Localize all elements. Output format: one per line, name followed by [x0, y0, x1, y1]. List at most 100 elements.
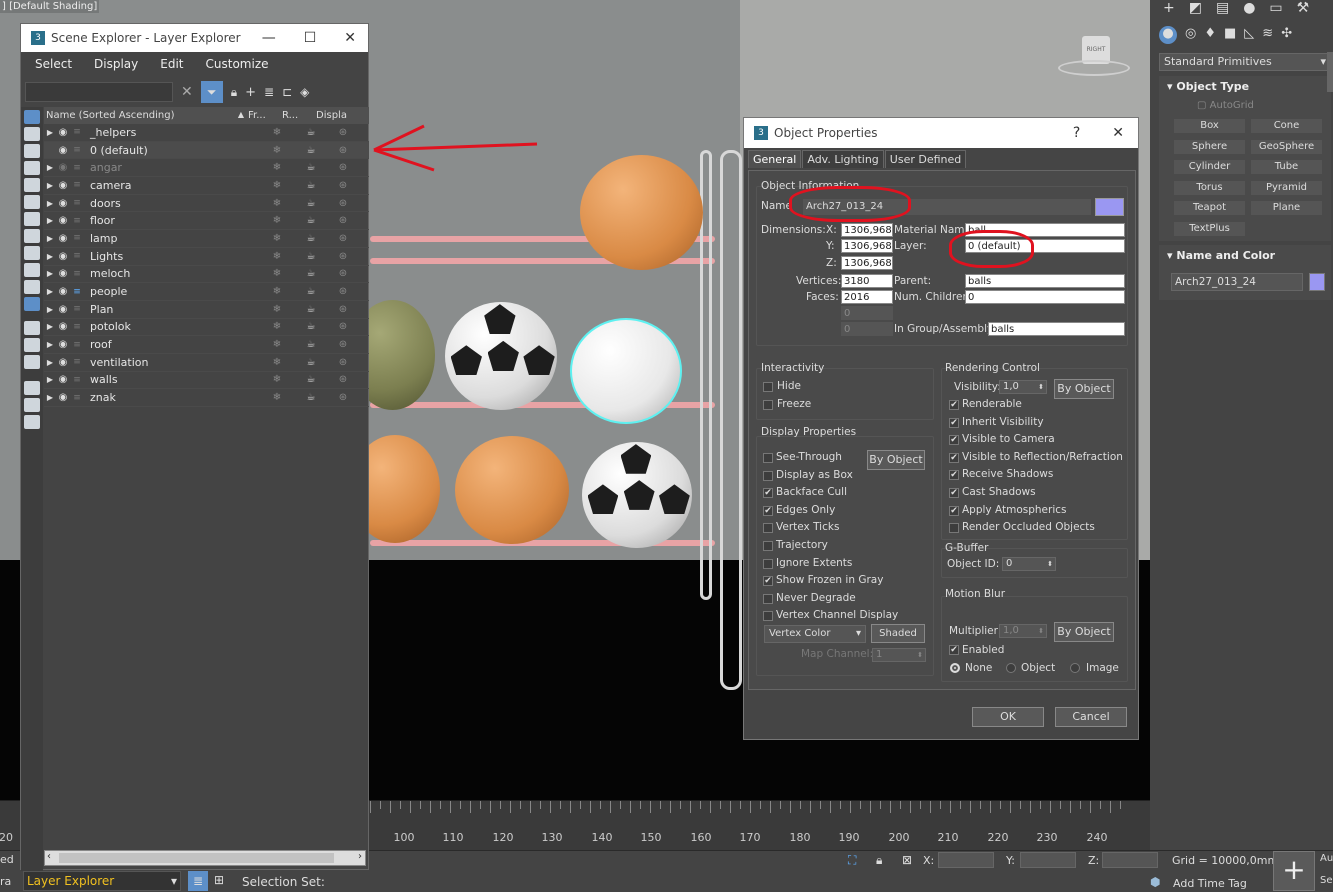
- visibility-eye-icon[interactable]: ◉: [56, 162, 70, 173]
- frozen-filter-icon[interactable]: [24, 280, 40, 294]
- layer-list-header[interactable]: Name (Sorted Ascending) ▲ Fr... R... Disp…: [44, 107, 369, 124]
- menu-customize[interactable]: Customize: [192, 57, 277, 71]
- freeze-icon[interactable]: ❄: [260, 321, 294, 332]
- scene-explorer-titlebar[interactable]: 3 Scene Explorer - Layer Explorer — ☐ ✕: [21, 24, 368, 52]
- display-icon[interactable]: ⊛: [328, 286, 358, 297]
- expand-icon[interactable]: ▶: [44, 216, 56, 225]
- checkbox-see-through[interactable]: [763, 453, 773, 463]
- name-color-swatch[interactable]: [1095, 198, 1124, 216]
- visibility-eye-icon[interactable]: ◉: [56, 374, 70, 385]
- filter-settings-icon[interactable]: [24, 381, 40, 395]
- display-icon[interactable]: ⊛: [328, 233, 358, 244]
- shaded-button[interactable]: Shaded: [871, 624, 925, 643]
- soccer-ball[interactable]: [445, 302, 557, 410]
- funnel-icon[interactable]: [24, 398, 40, 412]
- primitives-dropdown[interactable]: Standard Primitives ▾: [1159, 53, 1331, 71]
- render-teapot-icon[interactable]: ☕︎: [294, 233, 328, 244]
- expand-icon[interactable]: ▶: [44, 358, 56, 367]
- selection-set-icon[interactable]: ⊞: [214, 873, 224, 887]
- visibility-eye-icon[interactable]: ◉: [56, 304, 70, 315]
- render-teapot-icon[interactable]: ☕︎: [294, 321, 328, 332]
- expand-icon[interactable]: ▶: [44, 252, 56, 261]
- freeze-icon[interactable]: ❄: [260, 180, 294, 191]
- filter-icon[interactable]: ⏷: [200, 81, 223, 103]
- freeze-icon[interactable]: ❄: [260, 198, 294, 209]
- x-coord-field[interactable]: [938, 852, 994, 868]
- clear-search-icon[interactable]: ✕: [181, 84, 193, 100]
- ok-button[interactable]: OK: [972, 707, 1044, 727]
- systems-icon[interactable]: ✣: [1281, 26, 1292, 46]
- containers-filter-icon[interactable]: [24, 263, 40, 277]
- enabled-checkbox[interactable]: ✔: [949, 645, 959, 655]
- freeze-icon[interactable]: ❄: [260, 357, 294, 368]
- expand-icon[interactable]: ▶: [44, 375, 56, 384]
- volleyball-selected[interactable]: [570, 318, 682, 424]
- checkbox-never-degrade[interactable]: [763, 593, 773, 604]
- display-by-object-button[interactable]: By Object: [867, 450, 925, 470]
- layer-row[interactable]: ▶ ◉ ≡ lamp ❄ ☕︎ ⊛: [44, 230, 369, 248]
- create-tab-icon[interactable]: +: [1163, 0, 1175, 20]
- z-coord-field[interactable]: [1102, 852, 1158, 868]
- visibility-eye-icon[interactable]: ◉: [56, 339, 70, 350]
- layer-row[interactable]: ▶ ◉ ≡ meloch ❄ ☕︎ ⊛: [44, 266, 369, 284]
- expand-icon[interactable]: ▶: [44, 163, 56, 172]
- add-to-layer-icon[interactable]: ≣: [264, 85, 274, 99]
- primitive-cylinder-button[interactable]: Cylinder: [1173, 159, 1246, 175]
- expand-icon[interactable]: ▶: [44, 199, 56, 208]
- geometry-filter-icon[interactable]: [24, 110, 40, 124]
- layer-row[interactable]: ▶ ◉ ≡ walls ❄ ☕︎ ⊛: [44, 372, 369, 390]
- expand-icon[interactable]: ▶: [44, 287, 56, 296]
- freeze-icon[interactable]: ❄: [260, 286, 294, 297]
- freeze-icon[interactable]: ❄: [260, 233, 294, 244]
- display-icon[interactable]: ⊛: [328, 180, 358, 191]
- primitive-torus-button[interactable]: Torus: [1173, 179, 1246, 196]
- display-icon[interactable]: ⊛: [328, 198, 358, 209]
- layer-row[interactable]: ▶ ◉ ≡ roof ❄ ☕︎ ⊛: [44, 336, 369, 354]
- utilities-tab-icon[interactable]: ⚒: [1297, 0, 1310, 20]
- layer-row[interactable]: ▶ ◉ ≡ floor ❄ ☕︎ ⊛: [44, 212, 369, 231]
- primitive-tube-button[interactable]: Tube: [1250, 159, 1323, 175]
- display-icon[interactable]: ⊛: [328, 392, 358, 403]
- expand-icon[interactable]: ▶: [44, 269, 56, 278]
- freeze-icon[interactable]: ❄: [260, 339, 294, 350]
- primitive-textplus-button[interactable]: TextPlus: [1173, 220, 1246, 237]
- display-icon[interactable]: ⊛: [328, 321, 358, 332]
- render-teapot-icon[interactable]: ☕︎: [294, 215, 328, 226]
- viewcube[interactable]: RIGHT: [1058, 30, 1130, 80]
- display-icon[interactable]: ⊛: [328, 127, 358, 138]
- maximize-icon[interactable]: ☐: [304, 30, 317, 46]
- checkbox-apply-atmospherics[interactable]: ✔: [949, 505, 959, 516]
- autogrid-checkbox[interactable]: ▢ AutoGrid: [1197, 100, 1254, 111]
- render-teapot-icon[interactable]: ☕︎: [294, 374, 328, 385]
- layer-row[interactable]: ▶ ◉ ≡ znak ❄ ☕︎ ⊛: [44, 389, 369, 407]
- checkbox-visible-to-camera[interactable]: ✔: [949, 435, 959, 446]
- visibility-eye-icon[interactable]: ◉: [56, 215, 70, 226]
- visibility-eye-icon[interactable]: ◉: [56, 321, 70, 332]
- freeze-icon[interactable]: ❄: [260, 304, 294, 315]
- lights-icon[interactable]: ♦: [1204, 26, 1216, 46]
- layers-stack-icon[interactable]: ◈: [300, 85, 309, 99]
- layer-row[interactable]: ▶ ◉ ≡ ventilation ❄ ☕︎ ⊛: [44, 354, 369, 372]
- rendering-by-object-button[interactable]: By Object: [1054, 379, 1114, 399]
- menu-display[interactable]: Display: [80, 57, 146, 71]
- checkbox-ignore-extents[interactable]: [763, 558, 773, 569]
- set-key-label[interactable]: Se: [1320, 875, 1333, 886]
- render-teapot-icon[interactable]: ☕︎: [294, 127, 328, 138]
- visibility-eye-icon[interactable]: ◉: [56, 145, 70, 156]
- name-color-header[interactable]: ▾ Name and Color: [1159, 245, 1331, 266]
- expand-icon[interactable]: ▶: [44, 181, 56, 190]
- helpers-icon[interactable]: ◺: [1244, 26, 1254, 46]
- hierarchy-icon[interactable]: ⊏: [282, 85, 292, 99]
- object-properties-titlebar[interactable]: 3 Object Properties ? ✕: [744, 118, 1138, 148]
- freeze-icon[interactable]: ❄: [260, 251, 294, 262]
- viewport-label[interactable]: ] [Default Shading]: [0, 0, 100, 13]
- checkbox-display-as-box[interactable]: [763, 470, 773, 481]
- none-filter-icon[interactable]: [24, 338, 40, 352]
- layer-row[interactable]: ▶ ◉ ≡ Plan ❄ ☕︎ ⊛: [44, 301, 369, 319]
- freeze-icon[interactable]: ❄: [260, 215, 294, 226]
- checkbox-cast-shadows[interactable]: ✔: [949, 488, 959, 498]
- freeze-icon[interactable]: ❄: [260, 268, 294, 279]
- isolate-icon[interactable]: ⛶: [848, 853, 856, 868]
- visibility-eye-icon[interactable]: ◉: [56, 180, 70, 191]
- primitive-box-button[interactable]: Box: [1173, 118, 1246, 134]
